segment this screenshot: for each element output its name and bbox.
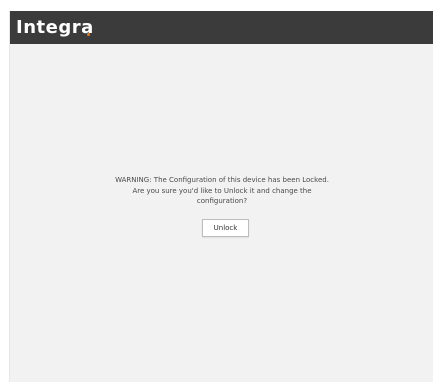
main-content: WARNING: The Configuration of this devic… bbox=[10, 44, 433, 382]
warning-line-1: WARNING: The Configuration of this devic… bbox=[115, 176, 329, 184]
unlock-button[interactable]: Unlock bbox=[202, 219, 249, 237]
integra-logo: Integra bbox=[16, 17, 94, 38]
lock-warning-message: WARNING: The Configuration of this devic… bbox=[72, 175, 372, 207]
app-window: Integra WARNING: The Configuration of th… bbox=[9, 11, 433, 382]
logo-dot-icon bbox=[87, 33, 90, 36]
warning-line-2: Are you sure you'd like to Unlock it and… bbox=[132, 186, 312, 195]
warning-line-3: configuration? bbox=[196, 197, 248, 205]
top-header-bar: Integra bbox=[10, 11, 433, 44]
